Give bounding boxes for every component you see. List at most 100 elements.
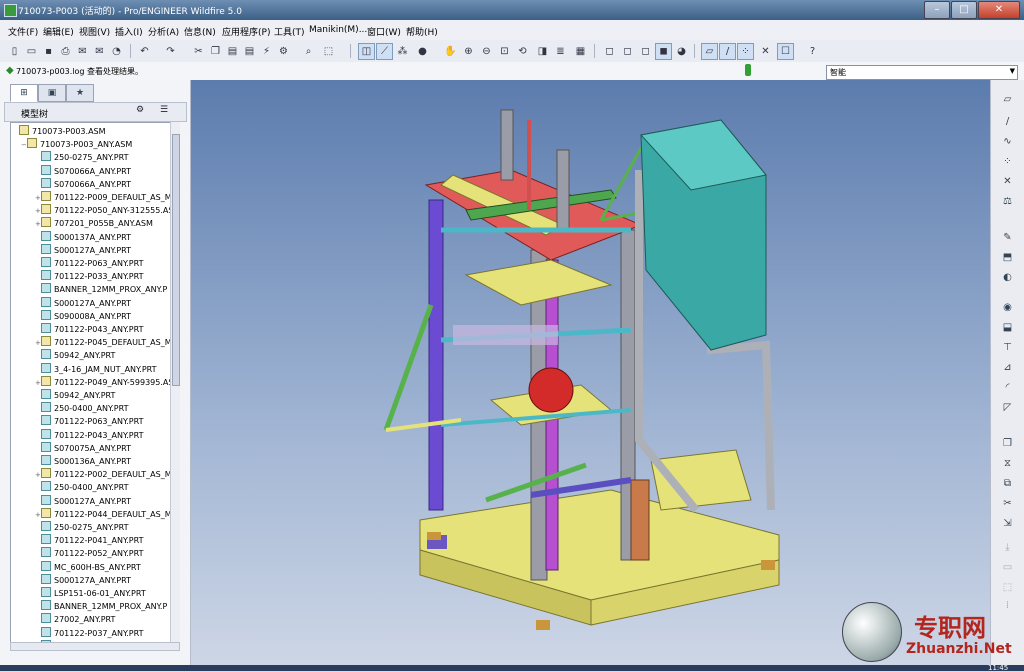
tree-row[interactable]: S000127A_ANY.PRT xyxy=(35,573,131,587)
favorites-tab-icon[interactable]: ★ xyxy=(66,84,94,102)
tree-row[interactable]: 701122-P033_ANY.PRT xyxy=(35,270,143,283)
menu-manikin[interactable]: Manikin(M)... xyxy=(309,25,367,35)
saved-views-icon[interactable]: ◨ xyxy=(534,43,551,60)
tree-row[interactable]: 701122-P037_ANY.PRT xyxy=(35,626,143,640)
tree-row[interactable]: LSP151-06-01_ANY.PRT xyxy=(35,587,146,600)
thicken-icon[interactable]: ▭ xyxy=(1000,560,1015,575)
rib-icon[interactable]: ⊤ xyxy=(1000,340,1015,355)
datum-axes-icon[interactable]: / xyxy=(719,43,736,60)
draft-icon[interactable]: ⊿ xyxy=(1000,360,1015,375)
paste-icon[interactable]: ▤ xyxy=(224,43,241,60)
tree-row[interactable]: BANNER_12MM_PROX_ANY.P xyxy=(35,283,167,296)
chamfer-icon[interactable]: ◸ xyxy=(1000,400,1015,415)
tree-row[interactable]: +701122-P049_ANY-599395.AS xyxy=(35,375,173,389)
graphics-window[interactable] xyxy=(191,80,990,665)
paste-special-icon[interactable]: ▤ xyxy=(241,43,258,60)
annotation-display-icon[interactable]: ☐ xyxy=(777,43,794,60)
datum-points-icon[interactable]: ⁘ xyxy=(737,43,754,60)
scrollbar-thumb[interactable] xyxy=(172,134,180,386)
coordinate-system-icon[interactable]: ✕ xyxy=(1000,174,1015,189)
tree-row[interactable]: S070066A_ANY.PRT xyxy=(35,177,131,191)
tree-row[interactable]: 250-0275_ANY.PRT xyxy=(35,151,128,164)
menu-info[interactable]: 信息(N) xyxy=(184,25,216,38)
reorient-icon[interactable]: ⟲ xyxy=(514,43,531,60)
tree-row[interactable]: S000127A_ANY.PRT xyxy=(35,296,131,310)
cut-icon[interactable]: ✂ xyxy=(190,43,207,60)
maximize-button[interactable]: □ xyxy=(951,1,977,19)
tree-row[interactable]: S000127A_ANY.PRT xyxy=(35,243,131,257)
tree-row[interactable]: 250-0400_ANY.PRT xyxy=(35,402,128,415)
tree-row[interactable]: MC_600H-BS_ANY.PRT xyxy=(35,560,141,574)
no-hidden-icon[interactable]: ◻ xyxy=(637,43,654,60)
folder-browser-tab-icon[interactable]: ▣ xyxy=(38,84,66,102)
tree-settings-icon[interactable]: ⚙ xyxy=(133,105,147,118)
layers-icon[interactable]: ≣ xyxy=(552,43,569,60)
minimize-button[interactable]: – xyxy=(924,1,950,19)
tree-row[interactable]: +701122-P050_ANY-312555.AS xyxy=(35,204,173,217)
datum-display-icon[interactable]: ◫ xyxy=(358,43,375,60)
regenerate-icon[interactable]: ◔ xyxy=(108,43,125,60)
tree-row[interactable]: 701122-P043_ANY.PRT xyxy=(35,323,143,336)
tree-row[interactable]: 701122-P063_ANY.PRT xyxy=(35,415,143,428)
tree-horizontal-scrollbar[interactable] xyxy=(10,642,180,651)
zoom-out-icon[interactable]: ⊖ xyxy=(478,43,495,60)
regen-manager-icon[interactable]: ⚙ xyxy=(275,43,292,60)
tree-row[interactable]: +701122-P045_DEFAULT_AS_MA xyxy=(35,336,177,349)
refit-icon[interactable]: ⊡ xyxy=(496,43,513,60)
shade-sphere-icon[interactable]: ● xyxy=(414,43,431,60)
tree-row[interactable]: 701122-P043_ANY.PRT xyxy=(35,428,143,442)
save-icon[interactable]: ▪ xyxy=(40,43,57,60)
close-button[interactable]: ✕ xyxy=(978,1,1020,19)
wireframe-icon[interactable]: ◻ xyxy=(601,43,618,60)
solidify-icon[interactable]: ⬚ xyxy=(1000,580,1015,595)
tree-row[interactable]: 250-0275_ANY.PRT xyxy=(35,521,128,534)
hole-icon[interactable]: ◉ xyxy=(1000,300,1015,315)
point-display-icon[interactable]: ⁂ xyxy=(394,43,411,60)
round-icon[interactable]: ◜ xyxy=(1000,380,1015,395)
extend-icon[interactable]: ⇲ xyxy=(1000,516,1015,531)
datum-plane-icon[interactable]: ▱ xyxy=(1000,92,1015,107)
tree-row[interactable]: S070075A_ANY.PRT xyxy=(35,441,131,455)
tree-row[interactable]: BANNER_12MM_PROX_ANY.P xyxy=(35,600,167,613)
tree-row[interactable]: 50942_ANY.PRT xyxy=(35,389,115,402)
hidden-line-icon[interactable]: ◻ xyxy=(619,43,636,60)
menu-tools[interactable]: 工具(T) xyxy=(274,25,305,38)
copy-feature-icon[interactable]: ❐ xyxy=(1000,436,1015,451)
show-menu-icon[interactable]: ☰ xyxy=(157,105,171,118)
revolve-icon[interactable]: ◐ xyxy=(1000,270,1015,285)
shell-icon[interactable]: ⬓ xyxy=(1000,320,1015,335)
tree-row[interactable]: +707201_P055B_ANY.ASM xyxy=(35,217,153,230)
tree-row[interactable]: 250-0400_ANY.PRT xyxy=(35,481,128,494)
print-icon[interactable]: ⎙ xyxy=(57,43,74,60)
tree-row[interactable]: +701122-P044_DEFAULT_AS_MA xyxy=(35,507,177,521)
undo-icon[interactable]: ↶ xyxy=(136,43,153,60)
tree-row[interactable]: 50942_ANY.PRT xyxy=(35,349,115,362)
enhanced-realism-icon[interactable]: ◕ xyxy=(673,43,690,60)
merge-icon[interactable]: ⧉ xyxy=(1000,476,1015,491)
email-link-icon[interactable]: ✉ xyxy=(91,43,108,60)
tree-row[interactable]: 710073-P003.ASM xyxy=(13,125,106,138)
tree-row[interactable]: +701122-P009_DEFAULT_AS_MA xyxy=(35,191,177,204)
tree-row[interactable]: S000137A_ANY.PRT xyxy=(35,230,131,244)
trim-icon[interactable]: ✂ xyxy=(1000,496,1015,511)
analysis-icon[interactable]: ⚖ xyxy=(1000,194,1015,209)
regen-icon[interactable]: ⚡ xyxy=(258,43,275,60)
copy-icon[interactable]: ❐ xyxy=(207,43,224,60)
datum-planes-icon[interactable]: ▱ xyxy=(701,43,718,60)
tree-row[interactable]: 27002_ANY.PRT xyxy=(35,613,115,626)
email-icon[interactable]: ✉ xyxy=(74,43,91,60)
menu-help[interactable]: 帮助(H) xyxy=(406,25,438,38)
tree-row[interactable]: 701122-P063_ANY.PRT xyxy=(35,257,143,270)
find-icon[interactable]: ⌕ xyxy=(300,43,317,60)
context-help-icon[interactable]: ? xyxy=(804,43,821,60)
datum-point-icon[interactable]: ⁘ xyxy=(1000,154,1015,169)
tree-row[interactable]: S000127A_ANY.PRT xyxy=(35,494,131,508)
extrude-icon[interactable]: ⬒ xyxy=(1000,250,1015,265)
menu-applications[interactable]: 应用程序(P) xyxy=(222,25,270,38)
menu-view[interactable]: 视图(V) xyxy=(79,25,110,38)
tree-row[interactable]: −710073-P003_ANY.ASM xyxy=(21,138,132,151)
tree-row[interactable]: 3_4-16_JAM_NUT_ANY.PRT xyxy=(35,362,157,376)
offset-icon[interactable]: ⤓ xyxy=(1000,540,1015,555)
select-box-icon[interactable]: ⬚ xyxy=(320,43,337,60)
sketch-tool-icon[interactable]: ✎ xyxy=(1000,230,1015,245)
